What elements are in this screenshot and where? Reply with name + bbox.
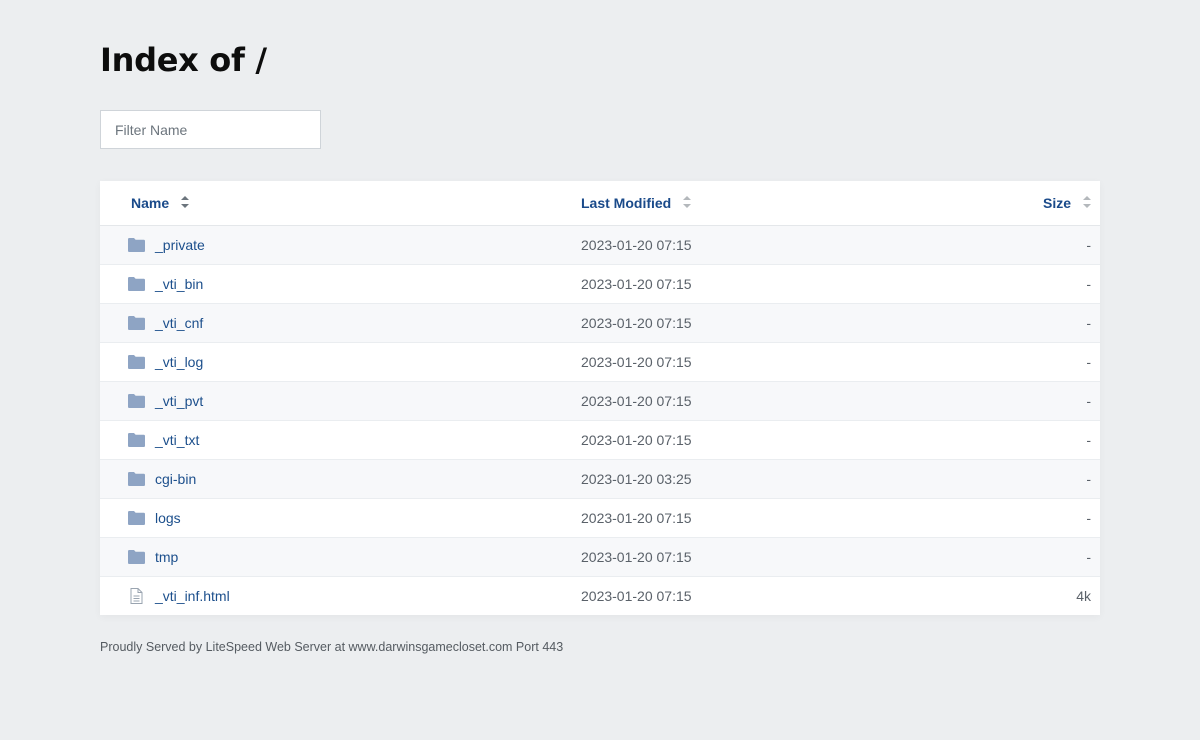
size-cell: - bbox=[1086, 549, 1091, 565]
filter-name-input[interactable] bbox=[100, 110, 321, 149]
name-header-label: Name bbox=[131, 195, 170, 211]
entry-link[interactable]: cgi-bin bbox=[155, 460, 196, 498]
size-cell: - bbox=[1086, 315, 1091, 331]
table-row: _vti_log 2023-01-20 07:15 - bbox=[100, 343, 1100, 382]
size-cell: - bbox=[1086, 471, 1091, 487]
folder-icon bbox=[128, 393, 145, 409]
last-modified-cell: 2023-01-20 07:15 bbox=[581, 432, 692, 448]
size-cell: - bbox=[1086, 432, 1091, 448]
last-modified-cell: 2023-01-20 07:15 bbox=[581, 276, 692, 292]
folder-icon bbox=[128, 432, 145, 448]
table-header: Name Last Modified Size bbox=[100, 181, 1100, 226]
last-modified-cell: 2023-01-20 07:15 bbox=[581, 588, 692, 604]
entry-link[interactable]: _vti_cnf bbox=[155, 304, 203, 342]
sort-by-name-header[interactable]: Name bbox=[131, 181, 190, 225]
last-modified-cell: 2023-01-20 07:15 bbox=[581, 393, 692, 409]
server-footer: Proudly Served by LiteSpeed Web Server a… bbox=[100, 640, 564, 654]
last-modified-cell: 2023-01-20 07:15 bbox=[581, 237, 692, 253]
table-row: _vti_pvt 2023-01-20 07:15 - bbox=[100, 382, 1100, 421]
sort-by-size-header[interactable]: Size bbox=[1043, 181, 1091, 225]
entry-link[interactable]: _private bbox=[155, 226, 205, 264]
folder-icon bbox=[128, 549, 145, 565]
table-row: _vti_txt 2023-01-20 07:15 - bbox=[100, 421, 1100, 460]
table-row: _vti_inf.html 2023-01-20 07:15 4k bbox=[100, 577, 1100, 615]
entry-link[interactable]: _vti_inf.html bbox=[155, 577, 230, 615]
file-icon bbox=[128, 588, 145, 604]
folder-icon bbox=[128, 354, 145, 370]
entry-link[interactable]: _vti_txt bbox=[155, 421, 199, 459]
size-cell: - bbox=[1086, 354, 1091, 370]
folder-icon bbox=[128, 237, 145, 253]
folder-icon bbox=[128, 471, 145, 487]
size-cell: - bbox=[1086, 393, 1091, 409]
table-row: tmp 2023-01-20 07:15 - bbox=[100, 538, 1100, 577]
folder-icon bbox=[128, 510, 145, 526]
modified-header-label: Last Modified bbox=[581, 195, 672, 211]
last-modified-cell: 2023-01-20 07:15 bbox=[581, 549, 692, 565]
table-body: _private 2023-01-20 07:15 - _vti_bin 2023-01… bbox=[100, 226, 1100, 615]
table-row: logs 2023-01-20 07:15 - bbox=[100, 499, 1100, 538]
table-row: _private 2023-01-20 07:15 - bbox=[100, 226, 1100, 265]
entry-link[interactable]: tmp bbox=[155, 538, 178, 576]
entry-link[interactable]: _vti_bin bbox=[155, 265, 203, 303]
sort-by-modified-header[interactable]: Last Modified bbox=[581, 181, 692, 225]
last-modified-cell: 2023-01-20 07:15 bbox=[581, 354, 692, 370]
entry-link[interactable]: _vti_pvt bbox=[155, 382, 203, 420]
sort-icon bbox=[181, 196, 190, 209]
table-row: _vti_cnf 2023-01-20 07:15 - bbox=[100, 304, 1100, 343]
size-cell: - bbox=[1086, 237, 1091, 253]
last-modified-cell: 2023-01-20 07:15 bbox=[581, 315, 692, 331]
folder-icon bbox=[128, 276, 145, 292]
directory-table: Name Last Modified Size _private 2023-01-… bbox=[100, 181, 1100, 615]
last-modified-cell: 2023-01-20 03:25 bbox=[581, 471, 692, 487]
size-cell: - bbox=[1086, 510, 1091, 526]
size-header-label: Size bbox=[1042, 195, 1071, 211]
sort-icon bbox=[683, 196, 692, 209]
table-row: cgi-bin 2023-01-20 03:25 - bbox=[100, 460, 1100, 499]
folder-icon bbox=[128, 315, 145, 331]
entry-link[interactable]: logs bbox=[155, 499, 181, 537]
last-modified-cell: 2023-01-20 07:15 bbox=[581, 510, 692, 526]
entry-link[interactable]: _vti_log bbox=[155, 343, 203, 381]
sort-icon bbox=[1083, 196, 1091, 209]
table-row: _vti_bin 2023-01-20 07:15 - bbox=[100, 265, 1100, 304]
page-title: Index of / bbox=[100, 41, 267, 79]
size-cell: 4k bbox=[1076, 588, 1091, 604]
size-cell: - bbox=[1086, 276, 1091, 292]
